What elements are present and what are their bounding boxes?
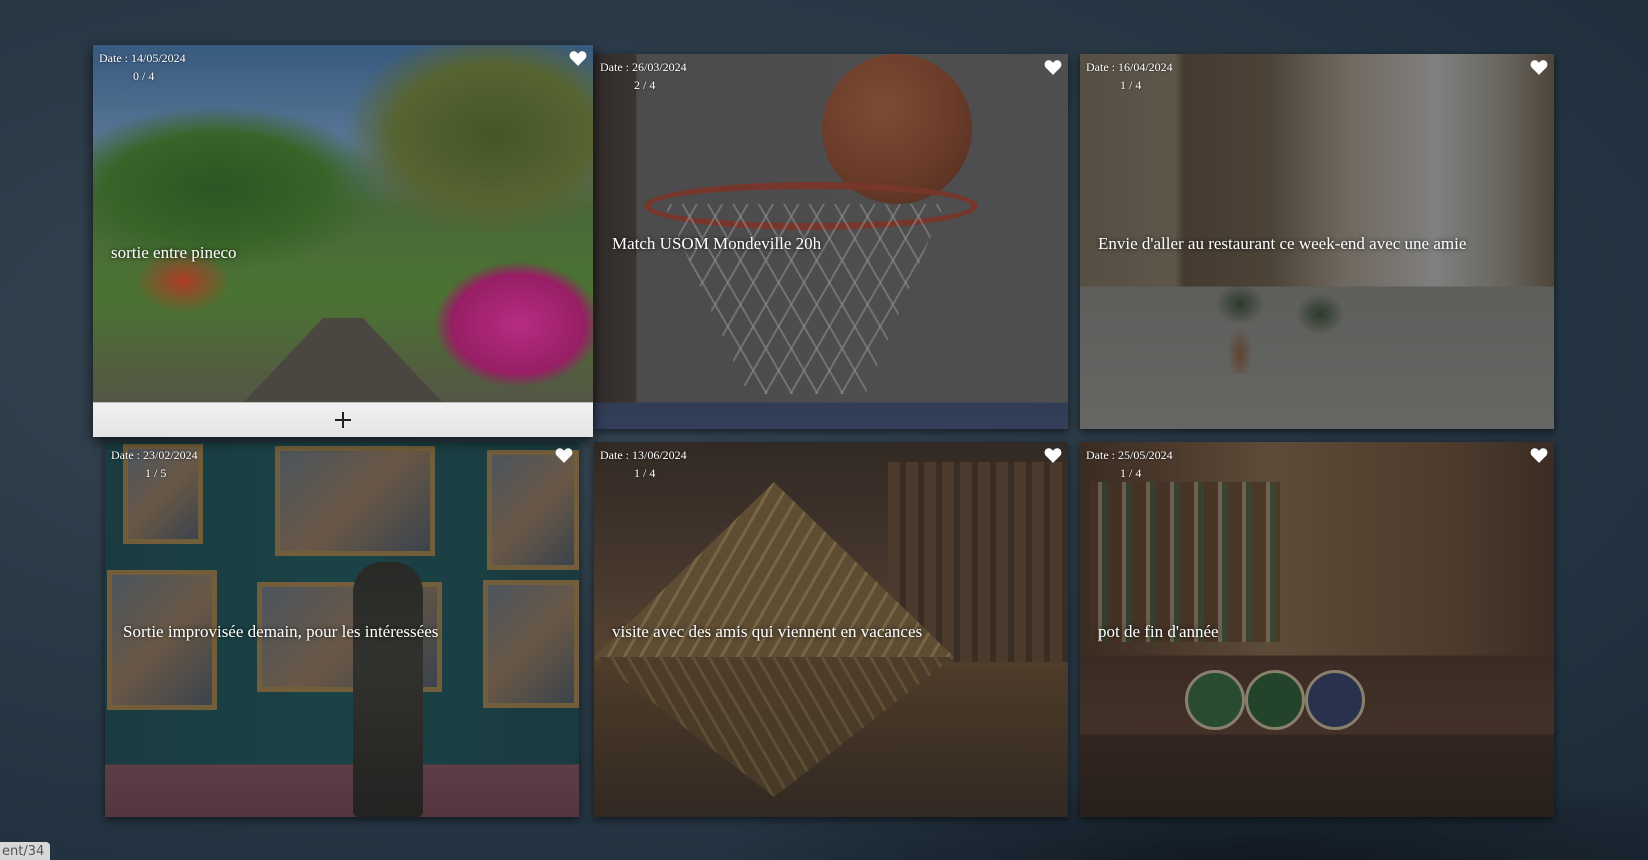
event-card[interactable]: Date : 26/03/2024 2 / 4 Match USOM Monde… [594,54,1068,429]
participant-count: 1 / 4 [1120,78,1142,92]
status-tab-label: ent/34 [0,842,51,860]
participant-count: 2 / 4 [634,78,656,92]
heart-icon[interactable] [1530,59,1548,75]
event-card-active[interactable]: Date : 14/05/2024 0 / 4 sortie entre pin… [93,45,593,437]
event-date: Date : 13/06/2024 [600,448,687,462]
event-date: Date : 14/05/2024 [99,51,186,65]
event-date: Date : 16/04/2024 [1086,60,1173,74]
participant-count: 1 / 4 [1120,466,1142,480]
event-date: Date : 23/02/2024 [111,448,198,462]
event-title: visite avec des amis qui viennent en vac… [612,622,923,641]
heart-icon[interactable] [1044,447,1062,463]
event-date: Date : 25/05/2024 [1086,448,1173,462]
event-card[interactable]: Date : 13/06/2024 1 / 4 visite avec des … [594,442,1068,817]
event-card[interactable]: Date : 25/05/2024 1 / 4 pot de fin d'ann… [1080,442,1554,817]
participant-count: 1 / 5 [145,466,167,480]
join-event-button[interactable] [93,402,593,437]
event-card[interactable]: Date : 23/02/2024 1 / 5 Sortie improvisé… [105,442,579,817]
plus-icon [335,412,351,428]
event-title: Match USOM Mondeville 20h [612,234,822,253]
event-title: pot de fin d'année [1098,622,1219,641]
event-card[interactable]: Date : 16/04/2024 1 / 4 Envie d'aller au… [1080,54,1554,429]
event-date: Date : 26/03/2024 [600,60,687,74]
heart-icon[interactable] [1530,447,1548,463]
participant-count: 1 / 4 [634,466,656,480]
heart-icon[interactable] [569,50,587,66]
participant-count: 0 / 4 [133,69,155,83]
heart-icon[interactable] [555,447,573,463]
heart-icon[interactable] [1044,59,1062,75]
event-title: Sortie improvisée demain, pour les intér… [123,622,439,641]
event-title: Envie d'aller au restaurant ce week-end … [1098,234,1467,253]
event-title: sortie entre pineco [111,243,237,262]
